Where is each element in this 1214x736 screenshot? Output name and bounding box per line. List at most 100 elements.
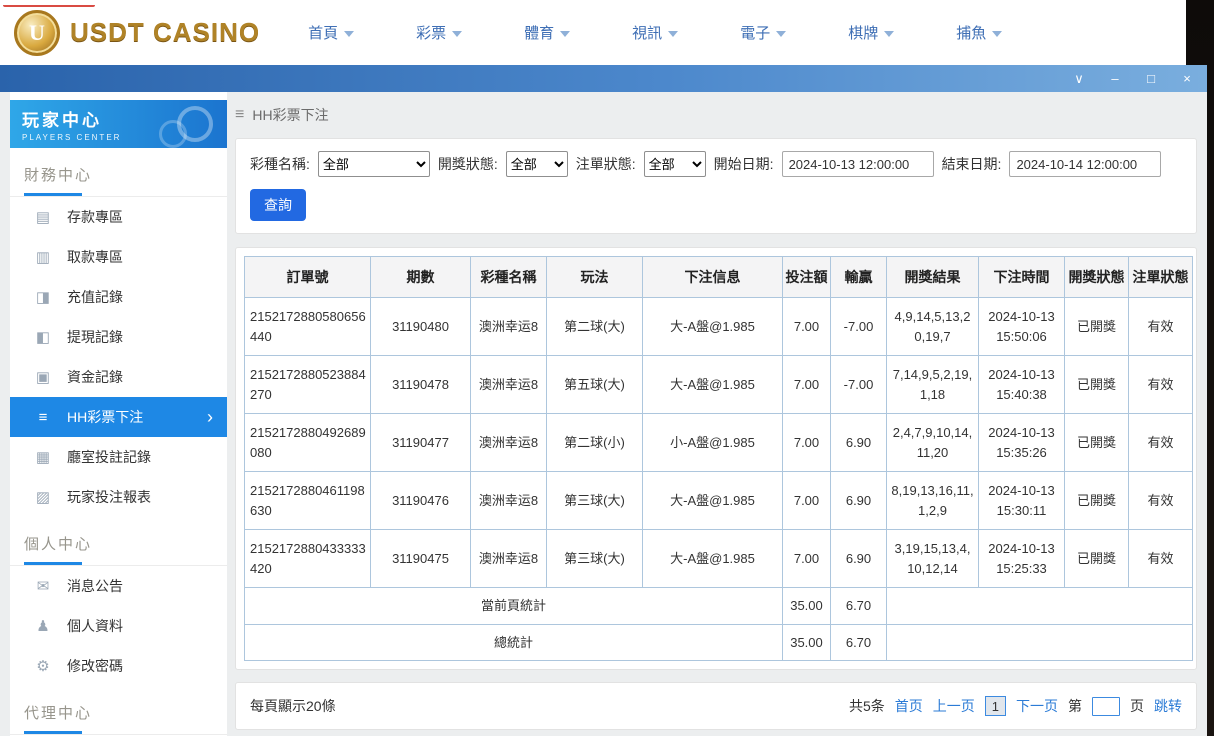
cell-lottery: 澳洲幸运8	[471, 298, 547, 356]
sidebar-item-label: 資金記錄	[67, 367, 123, 387]
chevron-down-icon	[668, 31, 678, 37]
sidebar-item-recharge-records[interactable]: ◨ 充值記錄	[10, 277, 227, 317]
cell-play: 第三球(大)	[547, 472, 643, 530]
sidebar-item-player-bet-report[interactable]: ▨ 玩家投注報表	[10, 477, 227, 517]
cell-bet-info: 大-A盤@1.985	[643, 298, 783, 356]
cell-order-status: 有效	[1129, 298, 1193, 356]
search-button[interactable]: 查詢	[250, 189, 306, 221]
lottery-bets-icon: ≡	[34, 409, 52, 426]
page-number-input[interactable]	[1092, 697, 1120, 716]
chevron-down-icon	[884, 31, 894, 37]
lottery-type-label: 彩種名稱:	[250, 154, 310, 174]
collapse-icon[interactable]: ∨	[1071, 72, 1087, 85]
sidebar-item-cashout-records[interactable]: ◧ 提現記錄	[10, 317, 227, 357]
section-finance: 財務中心	[10, 148, 227, 197]
sidebar-item-profile[interactable]: ♟ 個人資料	[10, 606, 227, 646]
nav-label: 體育	[524, 22, 554, 43]
cell-result: 3,19,15,13,4,10,12,14	[887, 530, 979, 588]
sidebar-item-label: 提現記錄	[67, 327, 123, 347]
funds-icon: ▣	[34, 368, 52, 386]
hamburger-icon[interactable]: ≡	[235, 106, 244, 124]
next-page-link[interactable]: 下一页	[1016, 696, 1058, 716]
sidebar-item-withdraw[interactable]: ▥ 取款專區	[10, 237, 227, 277]
pagination-bar: 每頁顯示20條 共5条 首页 上一页 1 下一页 第 页 跳转	[235, 682, 1197, 730]
cell-win: 6.90	[831, 472, 887, 530]
sidebar-item-change-password[interactable]: ⚙ 修改密碼	[10, 646, 227, 686]
sidebar-item-label: 個人資料	[67, 616, 123, 636]
nav-item-fishing[interactable]: 捕魚	[956, 22, 1002, 43]
sidebar-item-hh-lottery-bets[interactable]: ≡ HH彩票下注 ›	[10, 397, 227, 437]
sidebar-item-deposit[interactable]: ▤ 存款專區	[10, 197, 227, 237]
end-date-label: 結束日期:	[942, 154, 1002, 174]
nav-item-live[interactable]: 視訊	[632, 22, 678, 43]
cell-amount: 7.00	[783, 472, 831, 530]
close-icon[interactable]: ×	[1179, 72, 1195, 85]
cell-time: 2024-10-13 15:25:33	[979, 530, 1065, 588]
nav-item-home[interactable]: 首頁	[308, 22, 354, 43]
prev-page-link[interactable]: 上一页	[933, 696, 975, 716]
nav-item-slots[interactable]: 電子	[740, 22, 786, 43]
section-personal: 個人中心	[10, 517, 227, 566]
table-row: 2152172880492689080 31190477 澳洲幸运8 第二球(小…	[245, 414, 1193, 472]
deposit-icon: ▤	[34, 208, 52, 226]
cell-order-status: 有效	[1129, 472, 1193, 530]
lottery-type-select[interactable]: 全部	[318, 151, 430, 177]
cell-win: -7.00	[831, 356, 887, 414]
sidebar-item-funds-records[interactable]: ▣ 資金記錄	[10, 357, 227, 397]
cell-time: 2024-10-13 15:35:26	[979, 414, 1065, 472]
cell-period: 31190477	[371, 414, 471, 472]
nav-label: 棋牌	[848, 22, 878, 43]
sidebar-item-label: 消息公告	[67, 576, 123, 596]
cell-bet-info: 大-A盤@1.985	[643, 530, 783, 588]
table-row: 2152172880580656440 31190480 澳洲幸运8 第二球(大…	[245, 298, 1193, 356]
withdraw-icon: ▥	[34, 248, 52, 266]
cell-lottery: 澳洲幸运8	[471, 414, 547, 472]
end-date-input[interactable]	[1009, 151, 1161, 177]
first-page-link[interactable]: 首页	[895, 696, 923, 716]
recharge-icon: ◨	[34, 288, 52, 306]
cell-time: 2024-10-13 15:30:11	[979, 472, 1065, 530]
message-icon: ✉	[34, 577, 52, 595]
maximize-icon[interactable]: □	[1143, 72, 1159, 85]
table-row: 2152172880461198630 31190476 澳洲幸运8 第三球(大…	[245, 472, 1193, 530]
section-agent: 代理中心	[10, 686, 227, 735]
column-header: 訂單號	[245, 257, 371, 298]
nav-label: 視訊	[632, 22, 662, 43]
nav-item-sports[interactable]: 體育	[524, 22, 570, 43]
cashout-icon: ◧	[34, 328, 52, 346]
cell-order-no: 2152172880461198630	[245, 472, 371, 530]
nav-item-cards[interactable]: 棋牌	[848, 22, 894, 43]
cell-win: 6.90	[831, 414, 887, 472]
chevron-right-icon: ›	[207, 408, 213, 426]
password-icon: ⚙	[34, 657, 52, 675]
order-status-label: 注單狀態:	[576, 154, 636, 174]
cell-draw-status: 已開獎	[1065, 298, 1129, 356]
nav-label: 首頁	[308, 22, 338, 43]
sidebar-item-messages[interactable]: ✉ 消息公告	[10, 566, 227, 606]
grand-total-label: 總統計	[245, 624, 783, 661]
nav-item-lottery[interactable]: 彩票	[416, 22, 462, 43]
column-header: 下注時間	[979, 257, 1065, 298]
site-logo[interactable]: U USDT CASINO	[14, 10, 260, 56]
order-status-select[interactable]: 全部	[644, 151, 706, 177]
column-header: 彩種名稱	[471, 257, 547, 298]
sidebar: 玩家中心 PLAYERS CENTER 財務中心 ▤ 存款專區 ▥ 取款專區 ◨…	[10, 92, 227, 736]
draw-status-select[interactable]: 全部	[506, 151, 568, 177]
cell-amount: 7.00	[783, 530, 831, 588]
jump-link[interactable]: 跳转	[1154, 696, 1182, 716]
nav-label: 彩票	[416, 22, 446, 43]
current-page[interactable]: 1	[985, 696, 1006, 716]
cell-order-status: 有效	[1129, 530, 1193, 588]
cell-result: 7,14,9,5,2,19,1,18	[887, 356, 979, 414]
sidebar-item-room-bet-records[interactable]: ▦ 廳室投註記錄	[10, 437, 227, 477]
cell-bet-info: 大-A盤@1.985	[643, 472, 783, 530]
sidebar-item-label: HH彩票下注	[67, 407, 143, 427]
window-body: 玩家中心 PLAYERS CENTER 財務中心 ▤ 存款專區 ▥ 取款專區 ◨…	[0, 92, 1207, 736]
bets-table: 訂單號 期數 彩種名稱 玩法 下注信息 投注額 輸贏 開獎結果 下注時間 開獎狀…	[244, 256, 1193, 661]
minimize-icon[interactable]: –	[1107, 72, 1123, 85]
start-date-input[interactable]	[782, 151, 934, 177]
cell-lottery: 澳洲幸运8	[471, 356, 547, 414]
column-header: 注單狀態	[1129, 257, 1193, 298]
section-personal-label: 個人中心	[24, 536, 92, 553]
cell-period: 31190476	[371, 472, 471, 530]
